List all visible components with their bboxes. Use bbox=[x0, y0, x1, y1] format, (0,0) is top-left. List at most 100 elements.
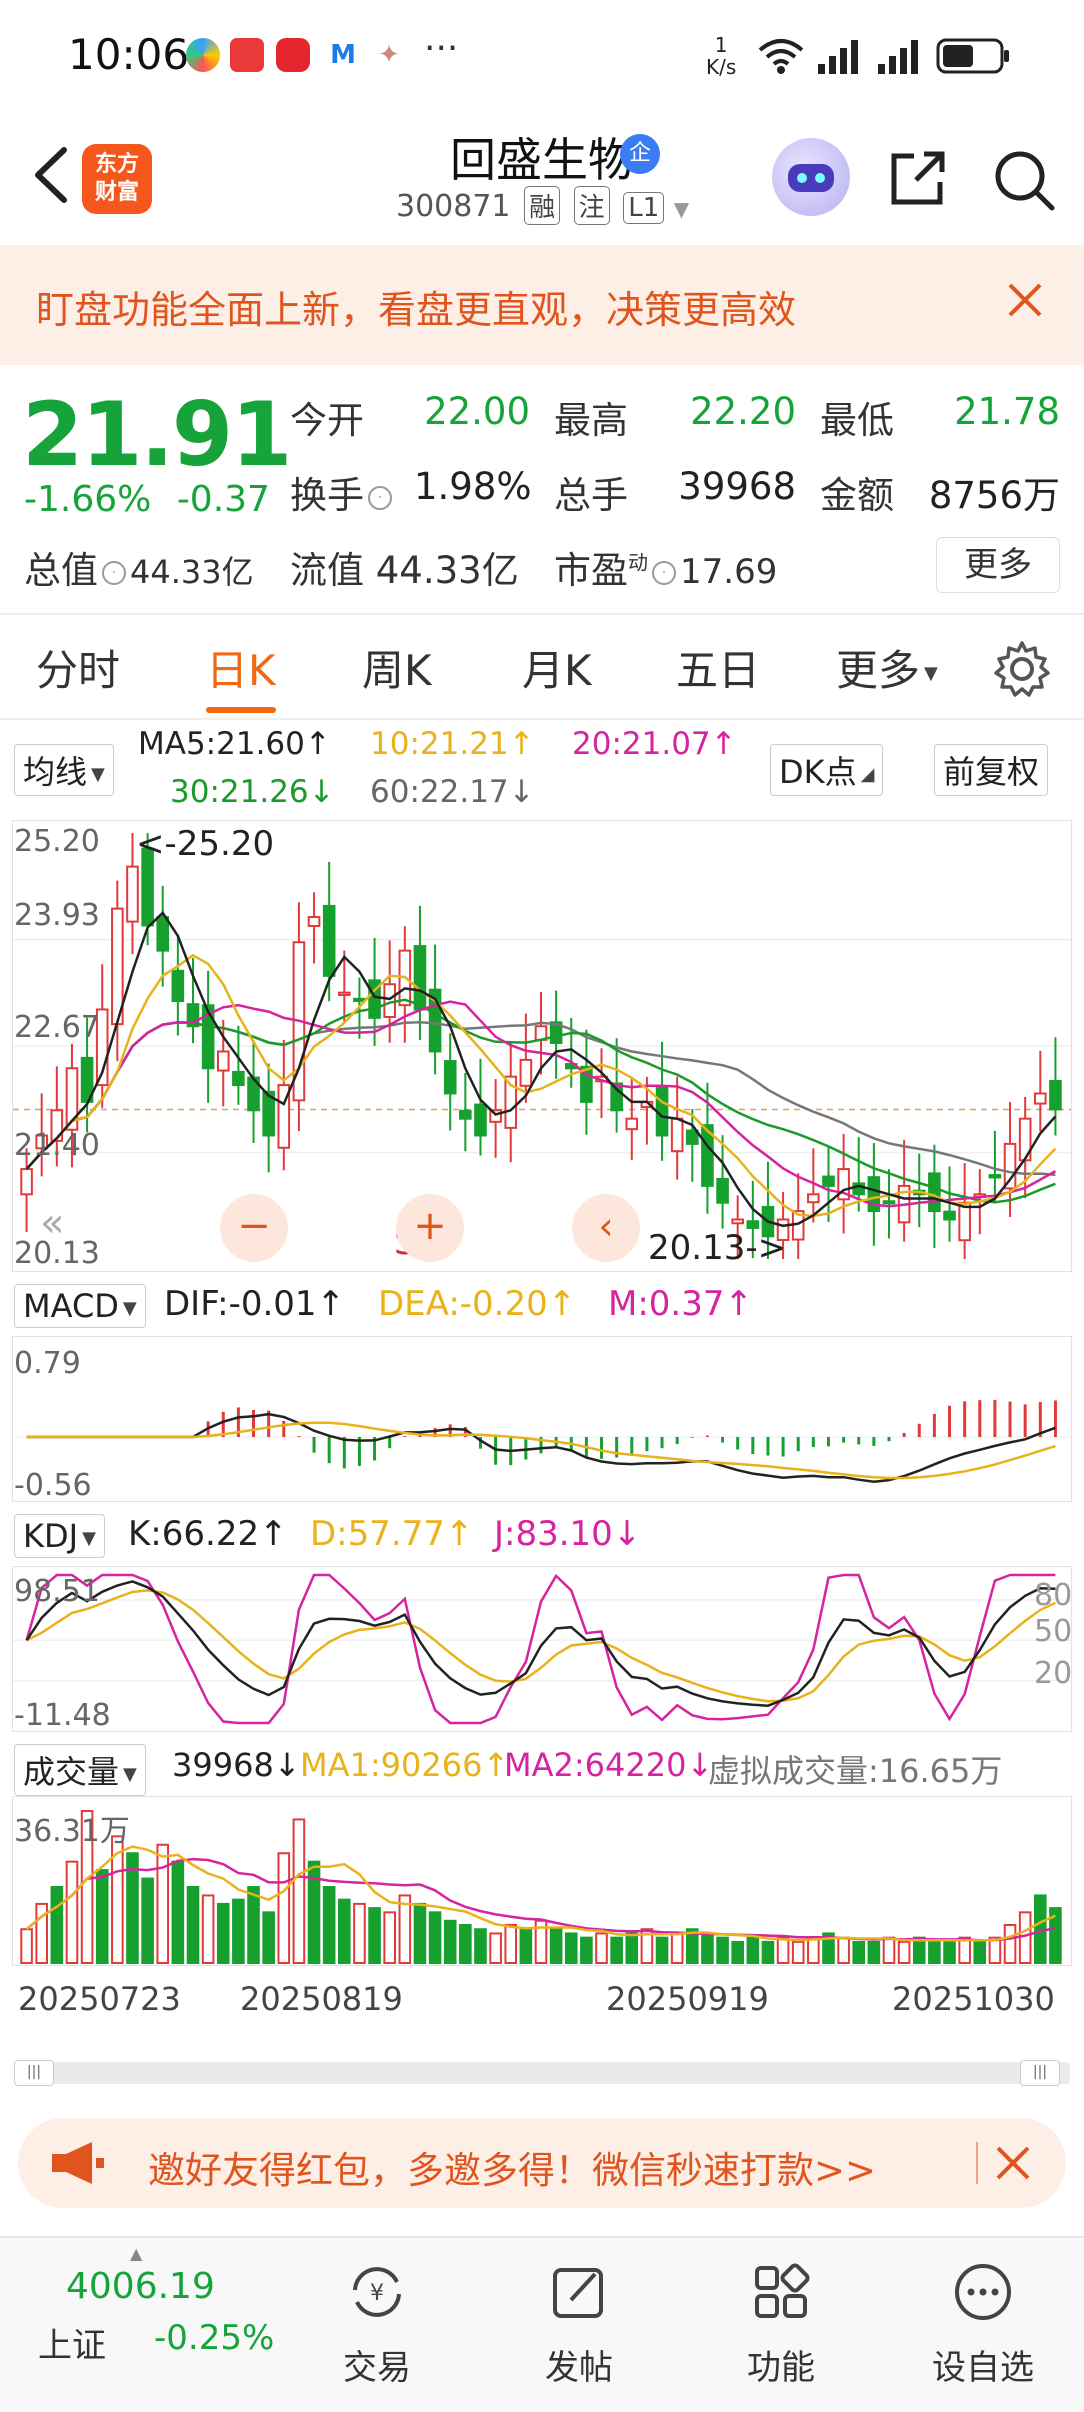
nav-trade[interactable]: ¥ 交易 bbox=[312, 2252, 442, 2402]
prev-button[interactable]: ‹ bbox=[572, 1194, 640, 1262]
tab-intraday[interactable]: 分时 bbox=[36, 637, 120, 698]
nav-add-watchlist[interactable]: 设自选 bbox=[918, 2252, 1048, 2402]
macd-selector[interactable]: MACD ▼ bbox=[14, 1284, 146, 1328]
add-watchlist-icon bbox=[955, 2264, 1011, 2320]
candle bbox=[1003, 1142, 1017, 1190]
y-label-1: 25.20 bbox=[14, 824, 100, 859]
trade-icon: ¥ bbox=[353, 2267, 401, 2317]
dk-point-button[interactable]: DK点 ◢ bbox=[770, 744, 884, 796]
candle bbox=[126, 865, 139, 923]
volume-bar bbox=[867, 1940, 881, 1964]
amount-value: 8756万 bbox=[928, 474, 1060, 517]
kdj-y-bottom: -11.48 bbox=[14, 1698, 111, 1733]
candle bbox=[232, 1070, 245, 1087]
kdj-j: J:83.10↓ bbox=[494, 1514, 642, 1554]
nav-trade-label: 交易 bbox=[343, 2348, 411, 2388]
scroll-handle-left[interactable]: ||| bbox=[14, 2060, 54, 2086]
app-notification-icon bbox=[230, 38, 264, 72]
scroll-handle-right[interactable]: ||| bbox=[1020, 2060, 1060, 2086]
ma20-legend: 20:21.07↑ bbox=[572, 726, 737, 762]
tab-more-label: 更多 bbox=[836, 646, 921, 695]
volume-svg bbox=[20, 1810, 1062, 1965]
more-notifications: ··· bbox=[424, 28, 459, 69]
tab-more[interactable]: 更多 ▼ bbox=[836, 637, 938, 698]
tab-monthly-k[interactable]: 月K bbox=[522, 637, 592, 698]
volume-selector[interactable]: 成交量 ▼ bbox=[14, 1744, 146, 1796]
candle bbox=[1049, 1079, 1062, 1111]
nav-post[interactable]: 发帖 bbox=[514, 2252, 644, 2402]
invite-banner-text: 邀好友得红包，多邀多得！微信秒速打款>> bbox=[148, 2149, 877, 2192]
nav-functions[interactable]: 功能 bbox=[716, 2252, 846, 2402]
volume-bar bbox=[368, 1907, 381, 1965]
kdj-level-20: 20 bbox=[1034, 1656, 1073, 1691]
promo-banner[interactable]: 盯盘功能全面上新，看盘更直观，决策更高效 bbox=[0, 245, 1084, 365]
chart-scrollbar[interactable]: ||| ||| bbox=[14, 2060, 1070, 2086]
volume-bar bbox=[20, 1928, 33, 1965]
candle bbox=[958, 1201, 971, 1242]
scroll-left-icon[interactable]: « bbox=[40, 1200, 64, 1246]
gear-icon[interactable] bbox=[992, 639, 1052, 699]
close-icon[interactable] bbox=[1000, 275, 1050, 325]
y-label-2: 23.93 bbox=[14, 898, 100, 933]
candle bbox=[731, 1218, 744, 1225]
ai-assistant-icon[interactable] bbox=[772, 138, 850, 216]
candle bbox=[216, 1050, 230, 1072]
ma-selector[interactable]: 均线 ▼ bbox=[14, 744, 114, 796]
volume-chart[interactable] bbox=[12, 1796, 1072, 1966]
tab-daily-k[interactable]: 日K bbox=[206, 637, 276, 698]
candle bbox=[686, 1129, 699, 1145]
share-icon[interactable] bbox=[886, 146, 950, 210]
kline-svg bbox=[13, 833, 1071, 1259]
tab-five-day[interactable]: 五日 bbox=[676, 637, 760, 698]
macd-svg bbox=[13, 1399, 1071, 1483]
candle bbox=[519, 1058, 533, 1087]
nav-functions-label: 功能 bbox=[747, 2348, 815, 2388]
svg-text:¥: ¥ bbox=[370, 2281, 384, 2306]
volume-bar bbox=[489, 1932, 502, 1964]
candle bbox=[928, 1172, 941, 1213]
more-button[interactable]: 更多 bbox=[936, 537, 1060, 593]
search-icon[interactable] bbox=[990, 146, 1058, 214]
candle bbox=[307, 916, 321, 927]
post-icon bbox=[553, 2268, 603, 2318]
info-icon[interactable]: · bbox=[652, 560, 676, 585]
volume-ma1: MA1:90266↑ bbox=[300, 1746, 510, 1784]
candle bbox=[746, 1220, 760, 1229]
tab-weekly-k[interactable]: 周K bbox=[362, 637, 432, 698]
volume-bar bbox=[443, 1919, 457, 1964]
volume-bar bbox=[1018, 1911, 1032, 1965]
kdj-selector[interactable]: KDJ ▼ bbox=[14, 1514, 105, 1558]
candle bbox=[882, 1200, 896, 1205]
chevron-up-icon[interactable]: ▲ bbox=[130, 2244, 142, 2263]
bottom-nav-bar: ▲ 4006.19 上证 -0.25% ¥ 交易 发帖 功能 设自选 bbox=[0, 2236, 1084, 2412]
zoom-in-button[interactable]: + bbox=[396, 1194, 464, 1262]
signal-icon bbox=[878, 40, 918, 74]
kdj-level-80: 80 bbox=[1034, 1578, 1073, 1613]
volume-bar bbox=[292, 1818, 306, 1965]
volume-bar bbox=[807, 1936, 820, 1965]
volume-value: 39968 bbox=[678, 465, 796, 508]
kdj-k: K:66.22↑ bbox=[128, 1514, 288, 1554]
index-value[interactable]: 4006.19 bbox=[66, 2266, 215, 2307]
kline-chart[interactable] bbox=[12, 820, 1072, 1272]
info-icon[interactable]: · bbox=[102, 560, 126, 585]
volume-bar bbox=[761, 1940, 775, 1964]
close-icon[interactable] bbox=[990, 2140, 1036, 2186]
forward-adjust-button[interactable]: 前复权 bbox=[934, 744, 1049, 796]
volume-bar bbox=[141, 1877, 154, 1964]
invite-banner[interactable]: 邀好友得红包，多邀多得！微信秒速打款>> bbox=[18, 2118, 1066, 2208]
date-label-1: 20250723 bbox=[18, 1980, 181, 2018]
macd-chart[interactable] bbox=[12, 1336, 1072, 1502]
status-time: 10:06 bbox=[68, 30, 190, 79]
volume-bar bbox=[156, 1843, 170, 1964]
info-icon[interactable]: · bbox=[368, 485, 392, 510]
level-tag: L1 bbox=[623, 192, 665, 224]
kdj-chart[interactable] bbox=[12, 1566, 1072, 1732]
macd-y-top: 0.79 bbox=[14, 1346, 81, 1381]
stock-header: 东方 财富 回盛生物 企 300871 融 注 L1 ▼ bbox=[0, 110, 1084, 245]
stock-code-row[interactable]: 300871 融 注 L1 ▼ bbox=[396, 186, 689, 225]
virtual-volume: 虚拟成交量:16.65万 bbox=[708, 1752, 1003, 1790]
zoom-out-button[interactable]: − bbox=[220, 1194, 288, 1262]
open-label: 今开 bbox=[290, 399, 364, 442]
megaphone-icon bbox=[52, 2142, 104, 2184]
